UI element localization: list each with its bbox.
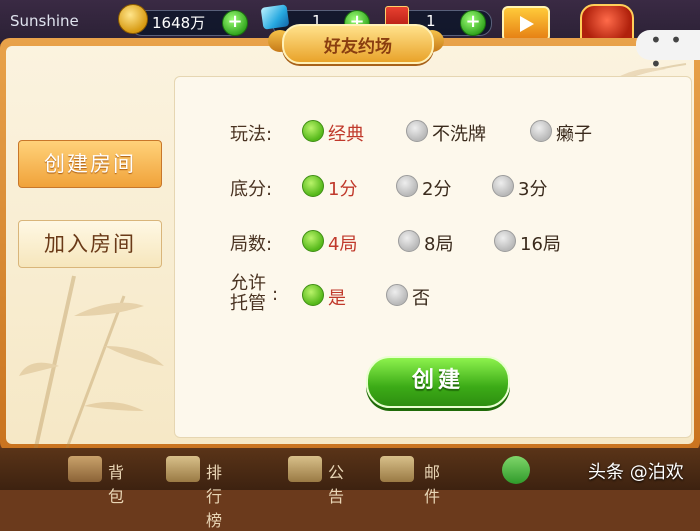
option-text-auto-play-yes[interactable]: 是 [328,284,346,310]
create-button[interactable]: 创建 [366,356,510,408]
coin-icon [118,4,148,34]
username: Sunshine [10,12,79,30]
add-coins-button[interactable]: + [222,10,248,36]
gem-icon [260,4,290,30]
option-text-rounds-16[interactable]: 16局 [520,230,561,256]
option-label-mode: 玩法: [230,124,273,145]
bottom-nav-notice-label: 公告 [328,463,345,506]
option-label-rounds: 局数: [230,234,273,255]
radio-rounds-8[interactable] [398,230,420,252]
option-text-score-2[interactable]: 2分 [422,175,451,201]
bottom-nav-mail-label: 邮件 [424,463,441,506]
option-text-rounds-8[interactable]: 8局 [424,230,453,256]
radio-score-2[interactable] [396,175,418,197]
option-label-base-score: 底分: [230,179,273,200]
bamboo-decoration-icon [19,275,164,456]
option-text-mode-wildcard[interactable]: 癞子 [556,120,592,146]
option-label-auto-play-colon: : [272,284,279,305]
option-text-auto-play-no[interactable]: 否 [412,284,430,310]
radio-score-1[interactable] [302,175,324,197]
video-play-icon[interactable] [502,6,550,42]
option-text-score-3[interactable]: 3分 [518,175,547,201]
bottom-nav-bag-label: 背包 [108,463,125,506]
radio-score-3[interactable] [492,175,514,197]
dialog-title: 好友约场 [324,37,392,57]
radio-rounds-4[interactable] [302,230,324,252]
radio-rounds-16[interactable] [494,230,516,252]
option-text-mode-no-shuffle[interactable]: 不洗牌 [432,120,486,146]
coin-value: 1648万 [152,14,206,32]
option-label-auto-play-line1: 允许 [230,273,266,294]
radio-mode-wildcard[interactable] [530,120,552,142]
create-room-tab[interactable]: 创建房间 [18,140,162,188]
bottom-nav-ranking-label: 排行榜 [206,463,223,530]
option-text-rounds-4[interactable]: 4局 [328,230,357,256]
mail-icon [380,456,414,482]
radio-auto-play-yes[interactable] [302,284,324,306]
join-room-tab[interactable]: 加入房间 [18,220,162,268]
bag-icon [68,456,102,482]
option-label-auto-play-line2: 托管 [230,293,266,314]
option-text-mode-classic[interactable]: 经典 [328,120,364,146]
dialog-title-plaque: 好友约场 [282,24,434,64]
radio-auto-play-no[interactable] [386,284,408,306]
ranking-icon [166,456,200,482]
watermark: 头条 @泊欢 [588,462,684,483]
notice-icon [288,456,322,482]
share-icon [502,456,530,484]
radio-mode-classic[interactable] [302,120,324,142]
radio-mode-no-shuffle[interactable] [406,120,428,142]
more-dots-icon: • • • [650,28,683,76]
option-text-score-1[interactable]: 1分 [328,175,357,201]
dialog-close-button[interactable]: • • • [636,28,700,76]
add-cards-button[interactable]: + [460,10,486,36]
